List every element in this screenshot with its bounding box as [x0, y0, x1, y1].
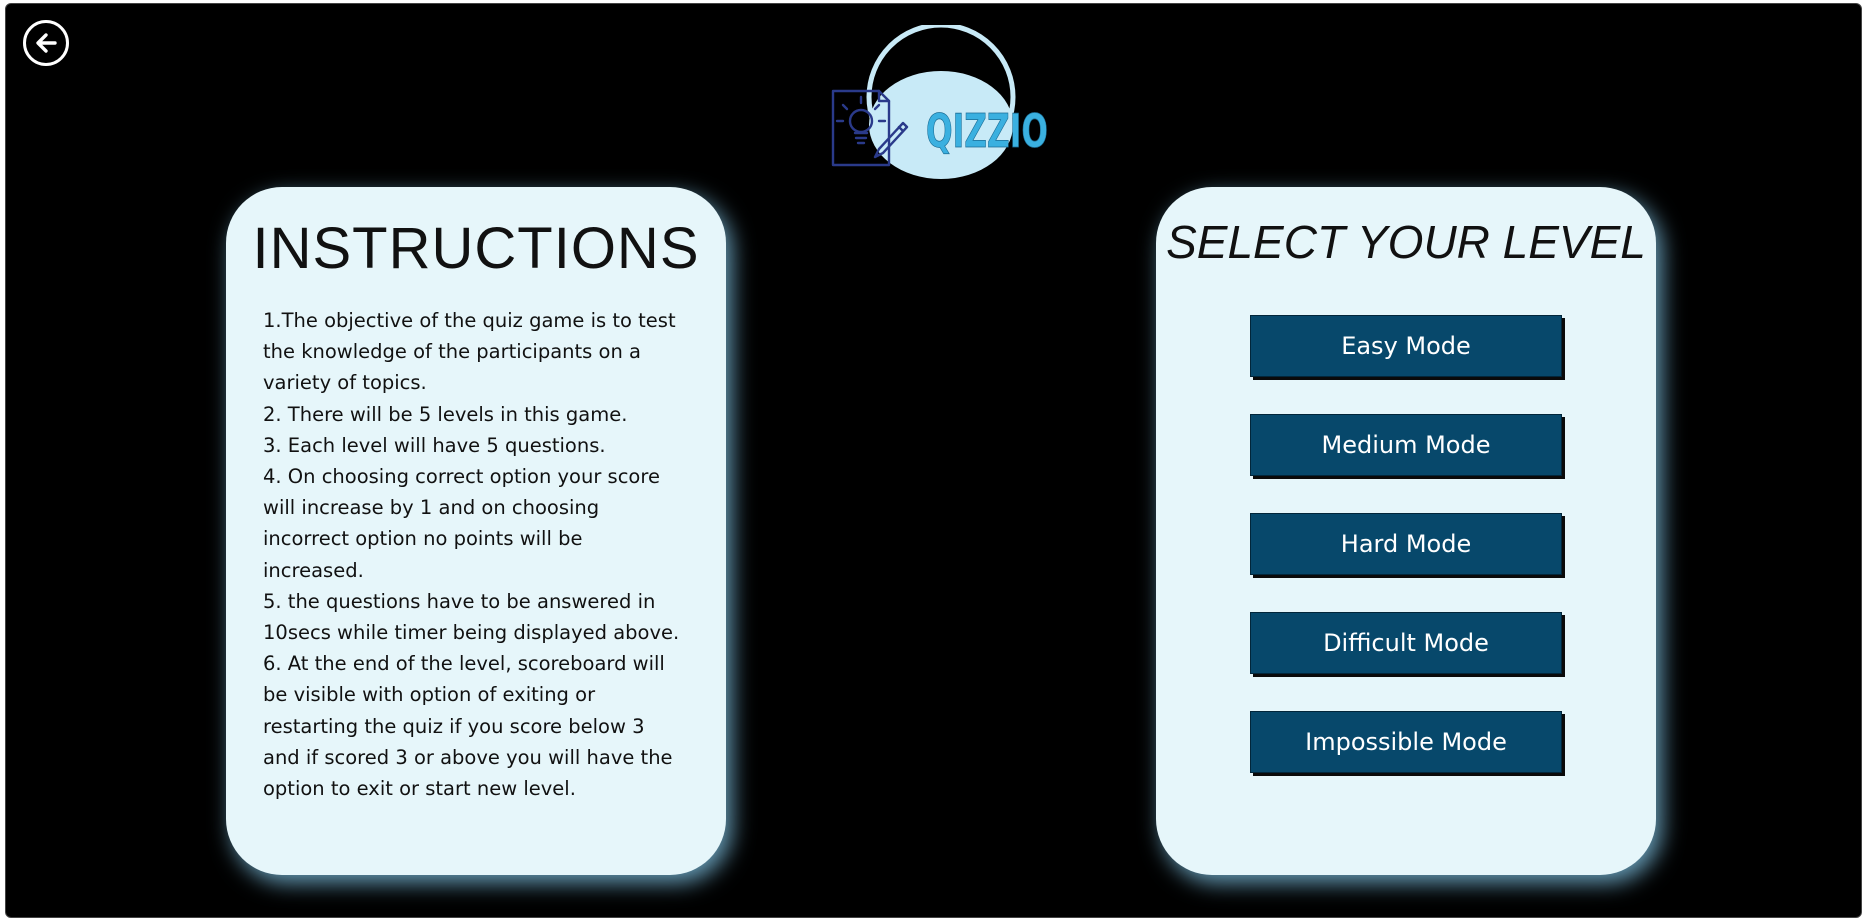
instruction-line: and if scored 3 or above you will have t…	[263, 745, 673, 769]
instruction-line: be visible with option of exiting or	[263, 683, 596, 707]
instruction-line: incorrect option no points will be	[263, 527, 583, 551]
easy-mode-button[interactable]: Easy Mode	[1250, 315, 1562, 377]
instruction-line: 1.The objective of the quiz game is to t…	[263, 309, 676, 332]
instruction-line: the knowledge of the participants on a	[263, 340, 641, 364]
instruction-line: restarting the quiz if you score below 3	[263, 714, 645, 738]
instruction-line: 4. On choosing correct option your score	[263, 465, 660, 489]
logo-text: QIZZIO	[926, 104, 1048, 158]
hard-mode-button[interactable]: Hard Mode	[1250, 513, 1562, 575]
arrow-left-icon	[36, 33, 57, 53]
medium-mode-button[interactable]: Medium Mode	[1250, 414, 1562, 476]
instructions-text: 1.The objective of the quiz game is to t…	[263, 305, 703, 804]
instruction-line: 10secs while timer being displayed above…	[263, 621, 680, 645]
instruction-line: increased.	[263, 558, 364, 582]
instructions-panel: INSTRUCTIONS 1.The objective of the quiz…	[226, 187, 726, 875]
instruction-line: option to exit or start new level.	[263, 777, 576, 801]
difficult-mode-button[interactable]: Difficult Mode	[1250, 612, 1562, 674]
instructions-title: INSTRUCTIONS	[252, 216, 700, 281]
instruction-line: 6. At the end of the level, scoreboard w…	[263, 652, 665, 676]
level-select-title: SELECT YOUR LEVEL	[1166, 216, 1646, 268]
instruction-line: will increase by 1 and on choosing	[263, 496, 600, 520]
instruction-line: variety of topics.	[263, 371, 427, 395]
instruction-line: 3. Each level will have 5 questions.	[263, 433, 606, 457]
back-button[interactable]	[23, 20, 69, 66]
qizzio-logo: QIZZIO	[831, 22, 1051, 185]
instruction-line: 5. the questions have to be answered in	[263, 589, 656, 613]
impossible-mode-button[interactable]: Impossible Mode	[1250, 711, 1562, 773]
instruction-line: 2. There will be 5 levels in this game.	[263, 402, 628, 426]
level-select-panel: SELECT YOUR LEVEL Easy Mode Medium Mode …	[1156, 187, 1656, 875]
app-window: QIZZIO INSTRUCTIONS 1.The objective of t…	[5, 3, 1862, 918]
